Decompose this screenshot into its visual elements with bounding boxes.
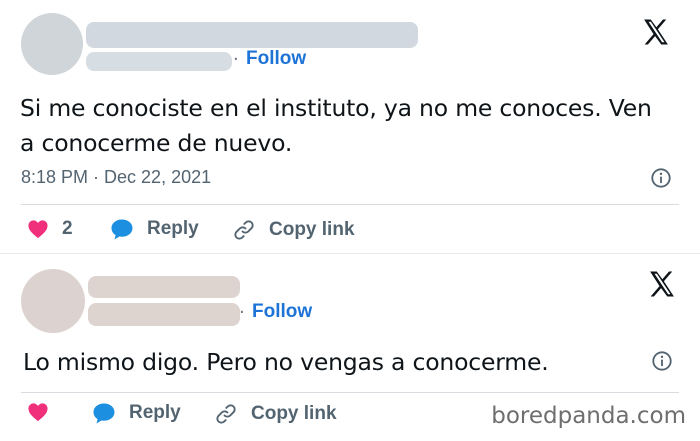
timestamp[interactable]: 8:18 PM · Dec 22, 2021 <box>21 167 211 188</box>
tweet-text: Si me conociste en el instituto, ya no m… <box>20 94 652 157</box>
display-name[interactable] <box>86 22 418 48</box>
speech-bubble-icon <box>93 403 115 424</box>
avatar[interactable] <box>21 269 85 333</box>
watermark: boredpanda.com <box>491 403 686 429</box>
info-icon[interactable] <box>650 167 672 189</box>
tweet-text: Lo mismo digo. Pero no vengas a conocerm… <box>23 348 549 376</box>
like-button[interactable] <box>27 402 49 422</box>
reply-button[interactable]: Reply <box>110 218 199 240</box>
like-count: 2 <box>62 218 73 239</box>
copy-link-label: Copy link <box>251 403 337 424</box>
copy-link-button[interactable]: Copy link <box>232 218 355 242</box>
follow-button[interactable]: Follow <box>252 301 312 323</box>
x-logo-icon[interactable] <box>647 269 677 299</box>
reply-button[interactable]: Reply <box>92 402 181 424</box>
copy-link-button[interactable]: Copy link <box>214 402 337 426</box>
divider <box>21 392 679 393</box>
username[interactable] <box>88 303 240 326</box>
heart-icon <box>28 220 48 239</box>
separator-dot: · <box>233 49 239 70</box>
reply-label: Reply <box>147 218 199 239</box>
separator-dot: · <box>239 302 245 323</box>
username[interactable] <box>86 52 232 71</box>
info-icon[interactable] <box>651 350 673 372</box>
tweet-card-1: · Follow Si me conociste en el instituto… <box>0 0 700 254</box>
reply-label: Reply <box>129 402 181 423</box>
x-logo-icon[interactable] <box>641 17 671 47</box>
heart-icon <box>28 403 48 422</box>
link-icon <box>234 220 254 240</box>
divider <box>21 204 679 205</box>
link-icon <box>216 404 236 424</box>
copy-link-label: Copy link <box>269 219 355 240</box>
avatar[interactable] <box>21 13 83 75</box>
like-button[interactable]: 2 <box>27 218 73 240</box>
follow-button[interactable]: Follow <box>246 48 306 70</box>
display-name[interactable] <box>88 276 240 298</box>
speech-bubble-icon <box>111 219 133 240</box>
